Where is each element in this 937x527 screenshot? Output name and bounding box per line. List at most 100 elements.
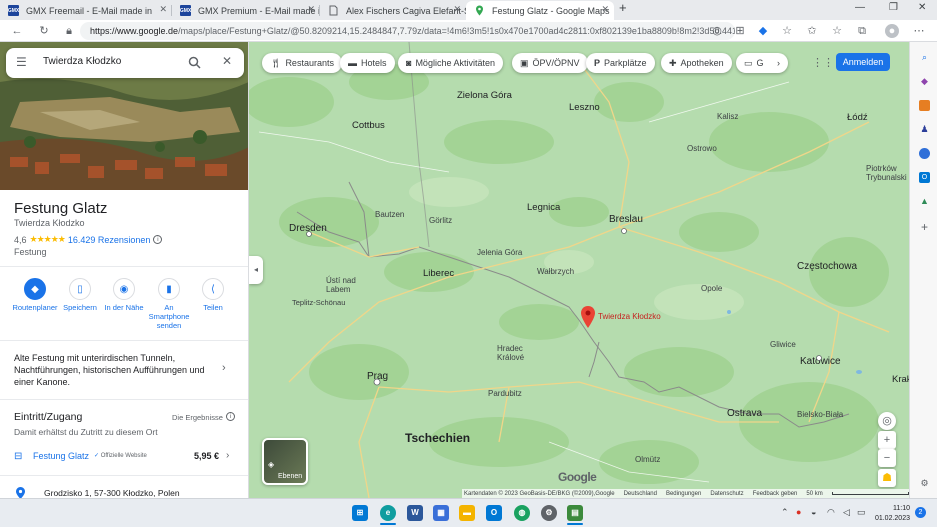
chip-hotels[interactable]: ▬ Hotels (340, 53, 395, 73)
info-icon[interactable]: i (226, 412, 235, 421)
close-icon[interactable]: ✕ (159, 4, 167, 15)
window-close-icon[interactable]: ✕ (918, 2, 926, 13)
tools-icon[interactable] (919, 100, 930, 111)
map-canvas[interactable]: Zielona Góra Leszno Kalisz Łódź Cottbus … (249, 42, 909, 498)
vpn-icon[interactable]: ◒ (811, 507, 816, 517)
notification-badge[interactable]: 2 (915, 507, 926, 518)
reviews-link[interactable]: 16.429 Rezensionen (68, 235, 151, 245)
footer-link-terms[interactable]: Bedingungen (666, 491, 701, 497)
minimize-icon[interactable]: — (855, 2, 865, 13)
close-icon[interactable]: ✕ (601, 4, 609, 15)
chevron-up-icon[interactable]: ⌃ (781, 507, 789, 518)
maps-pin-icon (476, 5, 483, 16)
word-icon[interactable]: W (407, 505, 423, 521)
close-icon[interactable]: ✕ (453, 4, 461, 15)
chip-more[interactable]: ▭ G › (736, 53, 788, 73)
photos-icon[interactable]: ▦ (433, 505, 449, 521)
new-tab-icon[interactable]: + (619, 0, 627, 15)
street-view-pegman-icon[interactable]: ☗ (878, 469, 896, 487)
security-icon[interactable]: ● (796, 507, 801, 517)
search-icon[interactable] (188, 56, 201, 69)
tab-google-maps[interactable]: Festung Glatz - Google Maps ✕ (466, 1, 614, 20)
maximize-icon[interactable]: ❐ (889, 2, 898, 13)
tab-cagiva[interactable]: Alex Fischers Cagiva Elefant-Seite ✕ (320, 1, 466, 20)
battery-icon[interactable]: ▭ (857, 507, 866, 518)
zoom-in-button[interactable]: + (878, 431, 896, 449)
chevron-right-icon[interactable]: › (777, 58, 780, 68)
file-explorer-icon[interactable]: ▬ (459, 505, 475, 521)
globe-app-icon[interactable]: ◍ (514, 505, 530, 521)
extension-icon[interactable]: ◆ (756, 24, 770, 38)
favorite-star-icon[interactable]: ☆ (780, 24, 794, 38)
outlook-icon[interactable]: O (919, 172, 930, 183)
settings-gear-icon[interactable]: ⚙ (919, 478, 930, 489)
reload-icon[interactable]: ↻ (37, 24, 51, 38)
menu-icon[interactable]: ☰ (16, 56, 27, 68)
apps-grid-icon[interactable]: ⊞ (733, 24, 747, 38)
outlook-icon[interactable]: O (486, 505, 502, 521)
send-to-phone-button[interactable]: ▮ An Smartphone senden (146, 278, 192, 330)
wifi-icon[interactable]: ◠ (827, 507, 835, 518)
place-address[interactable]: Grodzisko 1, 57-300 Kłodzko, Polen (44, 488, 180, 498)
zoom-out-button[interactable]: − (878, 449, 896, 467)
directions-button[interactable]: ◆ Routenplaner (12, 278, 58, 312)
tree-icon[interactable]: ▲ (919, 196, 930, 207)
action-label: Teilen (203, 303, 223, 312)
ticket-provider-link[interactable]: Festung Glatz (33, 451, 89, 461)
office-icon[interactable] (919, 148, 930, 159)
lock-icon[interactable]: 🔒︎ (62, 24, 76, 38)
collapse-panel-button[interactable]: ◂ (249, 256, 263, 284)
more-icon[interactable]: ⋯ (912, 24, 926, 38)
chip-pharmacies[interactable]: ✚ Apotheken (661, 53, 732, 73)
place-photo[interactable]: ☰ Twierdza Kłodzko ✕ (0, 42, 248, 190)
chip-activities[interactable]: ◙ Mögliche Aktivitäten (398, 53, 503, 73)
layers-button[interactable]: ◈ Ebenen (262, 438, 308, 485)
save-button[interactable]: ▯ Speichern (57, 278, 103, 312)
tab-gmx-premium[interactable]: GMX GMX Premium - E-Mail made in ✕ (172, 1, 320, 20)
shopping-icon[interactable]: ◆ (919, 76, 930, 87)
directions-icon: ◆ (24, 278, 46, 300)
chip-restaurants[interactable]: 🍴︎ Restaurants (262, 53, 342, 73)
tab-gmx-freemail[interactable]: GMX GMX Freemail - E-Mail made in ✕ (0, 1, 172, 20)
edge-browser-icon[interactable]: e (380, 505, 396, 521)
footer-link-privacy[interactable]: Datenschutz (710, 491, 743, 497)
add-icon[interactable]: + (919, 221, 930, 233)
system-clock[interactable]: 11:10 01.02.2023 (874, 504, 910, 524)
url-field[interactable]: https://www.google.de/maps/place/Festung… (80, 22, 735, 40)
place-title: Festung Glatz (14, 200, 108, 217)
info-icon[interactable]: i (153, 235, 163, 244)
settings-icon[interactable]: ⚙ (541, 505, 557, 521)
favorites-icon[interactable]: ✩ (805, 24, 819, 38)
map-scale[interactable]: 50 km (806, 491, 822, 497)
search-box[interactable]: ☰ Twierdza Kłodzko ✕ (6, 48, 244, 78)
chip-transit[interactable]: ▣ ÖPV/ÖPNV (512, 53, 588, 73)
divider (0, 399, 248, 400)
collections-icon[interactable]: ⧉ (855, 24, 869, 38)
place-type[interactable]: Festung (14, 247, 47, 257)
pin-label[interactable]: Twierdza Kłodzko (598, 312, 661, 321)
windows-start-icon[interactable]: ⊞ (352, 505, 368, 521)
nearby-button[interactable]: ◉ In der Nähe (101, 278, 147, 312)
location-icon[interactable]: ◎ (710, 24, 724, 38)
close-icon[interactable]: ✕ (307, 4, 315, 15)
app-icon[interactable]: ▤ (567, 505, 583, 521)
my-location-icon[interactable]: ◎ (878, 412, 896, 430)
ticket-price[interactable]: 5,95 € (194, 451, 219, 461)
search-icon[interactable]: ⌕ (919, 52, 930, 63)
chevron-right-icon[interactable]: › (222, 362, 226, 374)
back-icon[interactable]: ← (10, 24, 24, 38)
login-button[interactable]: Anmelden (836, 53, 890, 71)
profile-avatar-icon[interactable]: ● (885, 24, 899, 38)
chip-parking[interactable]: P Parkplätze (586, 53, 655, 73)
games-icon[interactable]: ♟ (919, 124, 930, 135)
place-pin-icon[interactable] (581, 306, 595, 328)
chevron-right-icon[interactable]: › (226, 450, 229, 461)
share-button[interactable]: ⟨ Teilen (190, 278, 236, 312)
volume-icon[interactable]: ◁ (843, 507, 850, 518)
close-icon[interactable]: ✕ (222, 54, 232, 68)
place-description[interactable]: Alte Festung mit unterirdischen Tunneln,… (14, 352, 214, 388)
search-input[interactable]: Twierdza Kłodzko (43, 56, 121, 67)
footer-link-country[interactable]: Deutschland (624, 491, 657, 497)
footer-link-feedback[interactable]: Feedback geben (753, 491, 798, 497)
favorites-bar-icon[interactable]: ☆ (830, 24, 844, 38)
